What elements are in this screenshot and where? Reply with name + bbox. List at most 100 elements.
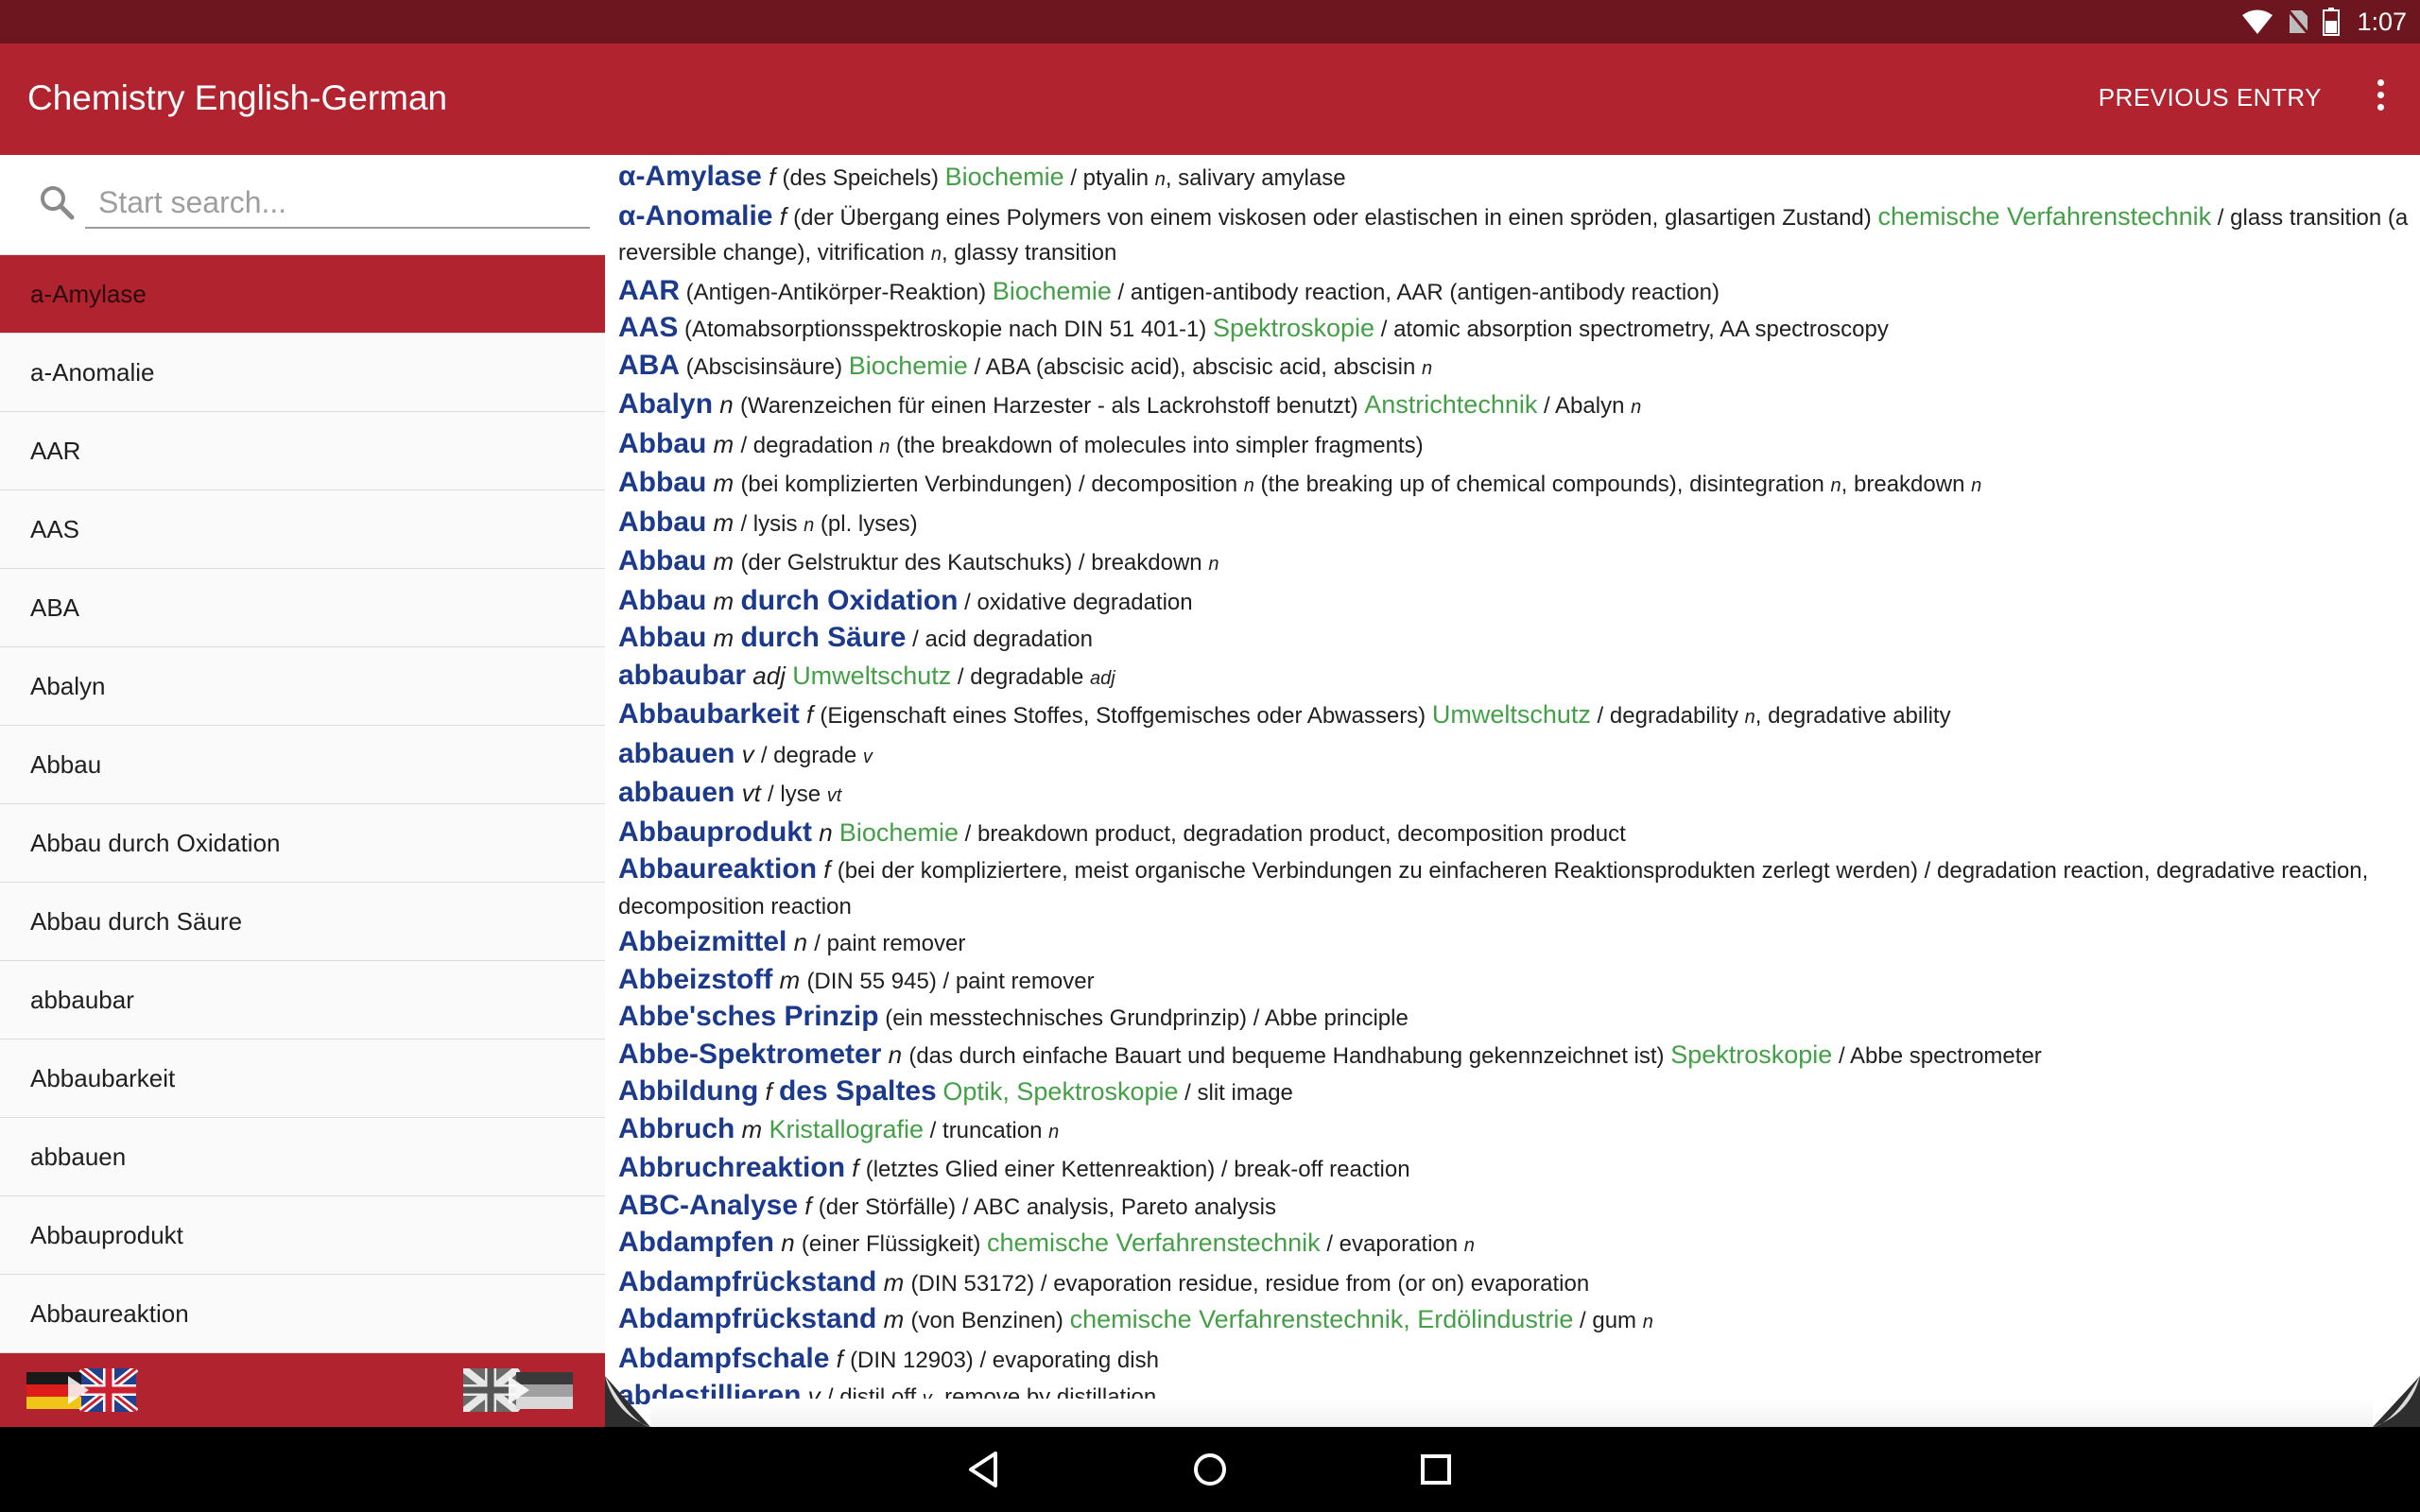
- word-list-item[interactable]: AAR: [0, 412, 605, 490]
- home-icon[interactable]: [1186, 1446, 1234, 1493]
- word-list-item[interactable]: AAS: [0, 490, 605, 569]
- entry-text: / truncation: [924, 1117, 1049, 1143]
- dictionary-entry[interactable]: α-Amylase f (des Speichels) Biochemie / …: [618, 159, 2412, 198]
- entry-grammar: f: [817, 855, 838, 884]
- entry-grammar: v: [862, 746, 873, 767]
- dictionary-entry[interactable]: Abdampfen n (einer Flüssigkeit) chemisch…: [618, 1225, 2412, 1264]
- word-list-item[interactable]: Abbaureaktion: [0, 1275, 605, 1353]
- entry-text: / degradation: [740, 432, 880, 458]
- dictionary-entry[interactable]: Abbau m / lysis n (pl. lyses): [618, 505, 2412, 544]
- entry-headword: ABC-Analyse: [618, 1189, 799, 1221]
- dictionary-entry[interactable]: Abbeizmittel n / paint remover: [618, 924, 2412, 962]
- entry-domain[interactable]: Spektroskopie: [1213, 314, 1374, 342]
- previous-entry-button[interactable]: PREVIOUS ENTRY: [2099, 83, 2322, 112]
- word-list-item[interactable]: abbaubar: [0, 961, 605, 1040]
- entry-domain[interactable]: Umweltschutz: [792, 662, 951, 690]
- dictionary-entry[interactable]: AAS (Atomabsorptionsspektroskopie nach D…: [618, 310, 2412, 348]
- word-list-item[interactable]: Abbauprodukt: [0, 1196, 605, 1275]
- entry-domain[interactable]: chemische Verfahrenstechnik: [1877, 202, 2211, 231]
- dictionary-entry[interactable]: Abdampfrückstand m (von Benzinen) chemis…: [618, 1301, 2412, 1341]
- entry-headword: Abbaubarkeit: [618, 698, 800, 730]
- dictionary-entry[interactable]: Abbaureaktion f (bei der kompliziertere,…: [618, 851, 2412, 924]
- dictionary-entry[interactable]: abbauen vt / lyse vt: [618, 775, 2412, 815]
- entry-text: / lyse: [768, 782, 827, 807]
- entry-domain[interactable]: chemische Verfahrenstechnik: [987, 1228, 1321, 1257]
- entry-headword: Abbau: [618, 427, 707, 459]
- word-list-item[interactable]: Abbau durch Oxidation: [0, 804, 605, 883]
- entry-grammar: n: [1971, 475, 1982, 496]
- entry-headword: abbauen: [618, 737, 735, 769]
- dictionary-entry[interactable]: Abalyn n (Warenzeichen für einen Harzest…: [618, 387, 2412, 426]
- entry-domain[interactable]: Optik, Spektroskopie: [942, 1077, 1178, 1106]
- dictionary-entry[interactable]: Abbeizstoff m (DIN 55 945) / paint remov…: [618, 962, 2412, 1000]
- page-curl-right-icon[interactable]: [2373, 1376, 2420, 1427]
- recents-icon[interactable]: [1412, 1446, 1460, 1493]
- english-to-german-button[interactable]: [463, 1366, 575, 1414]
- entry-domain[interactable]: Anstrichtechnik: [1364, 390, 1537, 419]
- word-list-item[interactable]: Abbau: [0, 726, 605, 804]
- entry-headword: Abbe-Spektrometer: [618, 1038, 882, 1070]
- entry-text: (the breakdown of molecules into simpler…: [890, 432, 1424, 458]
- dictionary-entry[interactable]: Abbruch m Kristallografie / truncation n: [618, 1111, 2412, 1151]
- entry-headword: durch Säure: [740, 622, 907, 653]
- entry-text: / paint remover: [814, 931, 966, 956]
- dictionary-entry[interactable]: Abdampfrückstand m (DIN 53172) / evapora…: [618, 1264, 2412, 1302]
- word-list-item[interactable]: ABA: [0, 569, 605, 647]
- german-to-english-button[interactable]: [26, 1366, 138, 1414]
- entry-grammar: m: [876, 1305, 911, 1333]
- page-curl-left-icon[interactable]: [605, 1376, 650, 1427]
- entry-headword: Abbe'sches Prinzip: [618, 1001, 879, 1032]
- word-list-item[interactable]: Abalyn: [0, 647, 605, 726]
- dictionary-entry[interactable]: Abbildung f des Spaltes Optik, Spektrosk…: [618, 1074, 2412, 1111]
- dictionary-entry[interactable]: α-Anomalie f (der Übergang eines Polymer…: [618, 198, 2412, 273]
- entry-text: (der Gelstruktur des Kautschuks) / break…: [740, 550, 1209, 576]
- dictionary-entry[interactable]: Abbau m durch Säure / acid degradation: [618, 620, 2412, 658]
- dictionary-entry[interactable]: AAR (Antigen-Antikörper-Reaktion) Bioche…: [618, 273, 2412, 311]
- entry-text: / atomic absorption spectrometry, AA spe…: [1374, 317, 1889, 342]
- entry-text: (pl. lyses): [814, 510, 918, 537]
- entry-domain[interactable]: Spektroskopie: [1670, 1040, 1832, 1069]
- word-list-item[interactable]: Abbau durch Säure: [0, 883, 605, 961]
- entry-domain[interactable]: Umweltschutz: [1432, 700, 1591, 729]
- dictionary-entry[interactable]: Abbau m (der Gelstruktur des Kautschuks)…: [618, 543, 2412, 583]
- dictionary-entry[interactable]: Abbe'sches Prinzip (ein messtechnisches …: [618, 999, 2412, 1037]
- search-input[interactable]: [85, 178, 590, 229]
- word-list-item[interactable]: a-Anomalie: [0, 334, 605, 412]
- overflow-menu-icon[interactable]: [2375, 79, 2386, 117]
- entry-text: (Atomabsorptionsspektroskopie nach DIN 5…: [678, 317, 1213, 342]
- dictionary-entry[interactable]: Abbau m / degradation n (the breakdown o…: [618, 426, 2412, 466]
- dictionary-entry[interactable]: abbauen v / degrade v: [618, 736, 2412, 776]
- dictionary-content[interactable]: α-Amylase f (des Speichels) Biochemie / …: [605, 155, 2420, 1427]
- dictionary-entry[interactable]: Abbruchreaktion f (letztes Glied einer K…: [618, 1150, 2412, 1188]
- dictionary-entry[interactable]: Abbauprodukt n Biochemie / breakdown pro…: [618, 815, 2412, 852]
- entry-text: (DIN 53172) / evaporation residue, resid…: [910, 1270, 1590, 1297]
- dictionary-entry[interactable]: Abbau m (bei komplizierten Verbindungen)…: [618, 465, 2412, 505]
- entry-grammar: m: [706, 507, 741, 537]
- dictionary-entry[interactable]: abbaubar adj Umweltschutz / degradable a…: [618, 658, 2412, 697]
- entry-domain[interactable]: chemische Verfahrenstechnik, Erdölindust…: [1070, 1305, 1574, 1333]
- entry-headword: α-Amylase: [618, 161, 762, 192]
- entry-domain[interactable]: Biochemie: [945, 163, 1064, 191]
- entry-text: / antigen-antibody reaction, AAR (antige…: [1111, 279, 1720, 305]
- entry-grammar: n: [930, 244, 942, 265]
- entry-text: (bei der kompliziertere, meist organisch…: [618, 858, 2369, 919]
- dictionary-entry[interactable]: Abbaubarkeit f (Eigenschaft eines Stoffe…: [618, 696, 2412, 736]
- dictionary-entry[interactable]: Abbe-Spektrometer n (das durch einfache …: [618, 1037, 2412, 1074]
- word-list-item[interactable]: abbauen: [0, 1118, 605, 1196]
- word-list-item[interactable]: Abbaubarkeit: [0, 1040, 605, 1118]
- word-list-item[interactable]: a-Amylase: [0, 255, 605, 334]
- dictionary-entry[interactable]: ABA (Abscisinsäure) Biochemie / ABA (abs…: [618, 348, 2412, 387]
- dictionary-entry[interactable]: Abbau m durch Oxidation / oxidative degr…: [618, 583, 2412, 621]
- dictionary-entry[interactable]: Abdampfschale f (DIN 12903) / evaporatin…: [618, 1341, 2412, 1379]
- entry-headword: α-Anomalie: [618, 199, 773, 232]
- back-icon[interactable]: [961, 1446, 1009, 1493]
- dictionary-entry[interactable]: ABC-Analyse f (der Störfälle) / ABC anal…: [618, 1188, 2412, 1226]
- entry-domain[interactable]: Biochemie: [839, 818, 959, 847]
- search-box: [0, 155, 605, 255]
- entry-text: / slit image: [1178, 1080, 1293, 1106]
- entry-domain[interactable]: Biochemie: [993, 277, 1112, 305]
- entry-headword: Abbau: [618, 506, 707, 538]
- entry-domain[interactable]: Biochemie: [849, 352, 968, 380]
- entry-domain[interactable]: Kristallografie: [769, 1115, 924, 1143]
- entry-grammar: f: [799, 700, 821, 729]
